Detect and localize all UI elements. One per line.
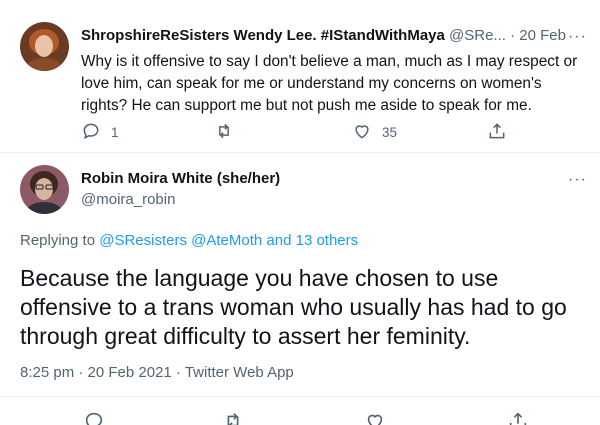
replying-to-line: Replying to @SResisters @AteMoth and 13 … xyxy=(20,232,358,249)
tweet2-author-name[interactable]: Robin Moira White (she/her) xyxy=(81,170,280,187)
tweet-divider xyxy=(0,152,600,153)
tweet1-date[interactable]: 20 Feb xyxy=(519,27,566,44)
replying-prefix: Replying to xyxy=(20,232,96,249)
tweet1-header: ShropshireReSisters Wendy Lee. #IStandWi… xyxy=(81,27,566,44)
tweet1-reply-button[interactable]: 1 xyxy=(81,121,119,144)
tweet2-text: Because the language you have chosen to … xyxy=(20,265,567,349)
tweet1-like-button[interactable]: 35 xyxy=(352,121,397,144)
reply-mention-atemoth[interactable]: @AteMoth xyxy=(191,232,262,249)
tweet1-more-icon[interactable]: ··· xyxy=(568,29,587,45)
reply-icon xyxy=(81,121,101,144)
tweet1-separator: · xyxy=(510,27,516,44)
avatar-robin[interactable] xyxy=(20,165,69,214)
like-icon xyxy=(352,121,372,144)
tweet2-share-icon[interactable] xyxy=(507,410,529,425)
meta-divider xyxy=(0,396,600,397)
tweet2-more-icon[interactable]: ··· xyxy=(568,172,587,188)
tweet1-reply-count: 1 xyxy=(111,125,119,140)
tweet1-share-button[interactable] xyxy=(487,121,507,144)
tweet1-author-name[interactable]: ShropshireReSisters Wendy Lee. #IStandWi… xyxy=(81,27,445,44)
share-icon xyxy=(487,121,507,144)
tweet1-like-count: 35 xyxy=(382,125,398,140)
retweet-icon xyxy=(214,121,234,144)
tweet2-reply-icon[interactable] xyxy=(83,410,105,425)
tweet2-handle[interactable]: @moira_robin xyxy=(81,191,175,208)
tweet2-retweet-icon[interactable] xyxy=(222,410,244,425)
tweet1-retweet-button[interactable] xyxy=(214,121,244,144)
avatar-wendy[interactable] xyxy=(20,22,69,71)
tweet2-like-icon[interactable] xyxy=(364,410,386,425)
reply-mention-sresisters[interactable]: @SResisters xyxy=(99,232,187,249)
tweet2-timestamp[interactable]: 8:25 pm · 20 Feb 2021 · Twitter Web App xyxy=(20,364,294,381)
tweet1-text: Why is it offensive to say I don't belie… xyxy=(81,53,578,114)
tweet1-handle[interactable]: @SRe... xyxy=(449,27,506,44)
reply-others-link[interactable]: and 13 others xyxy=(266,232,358,249)
